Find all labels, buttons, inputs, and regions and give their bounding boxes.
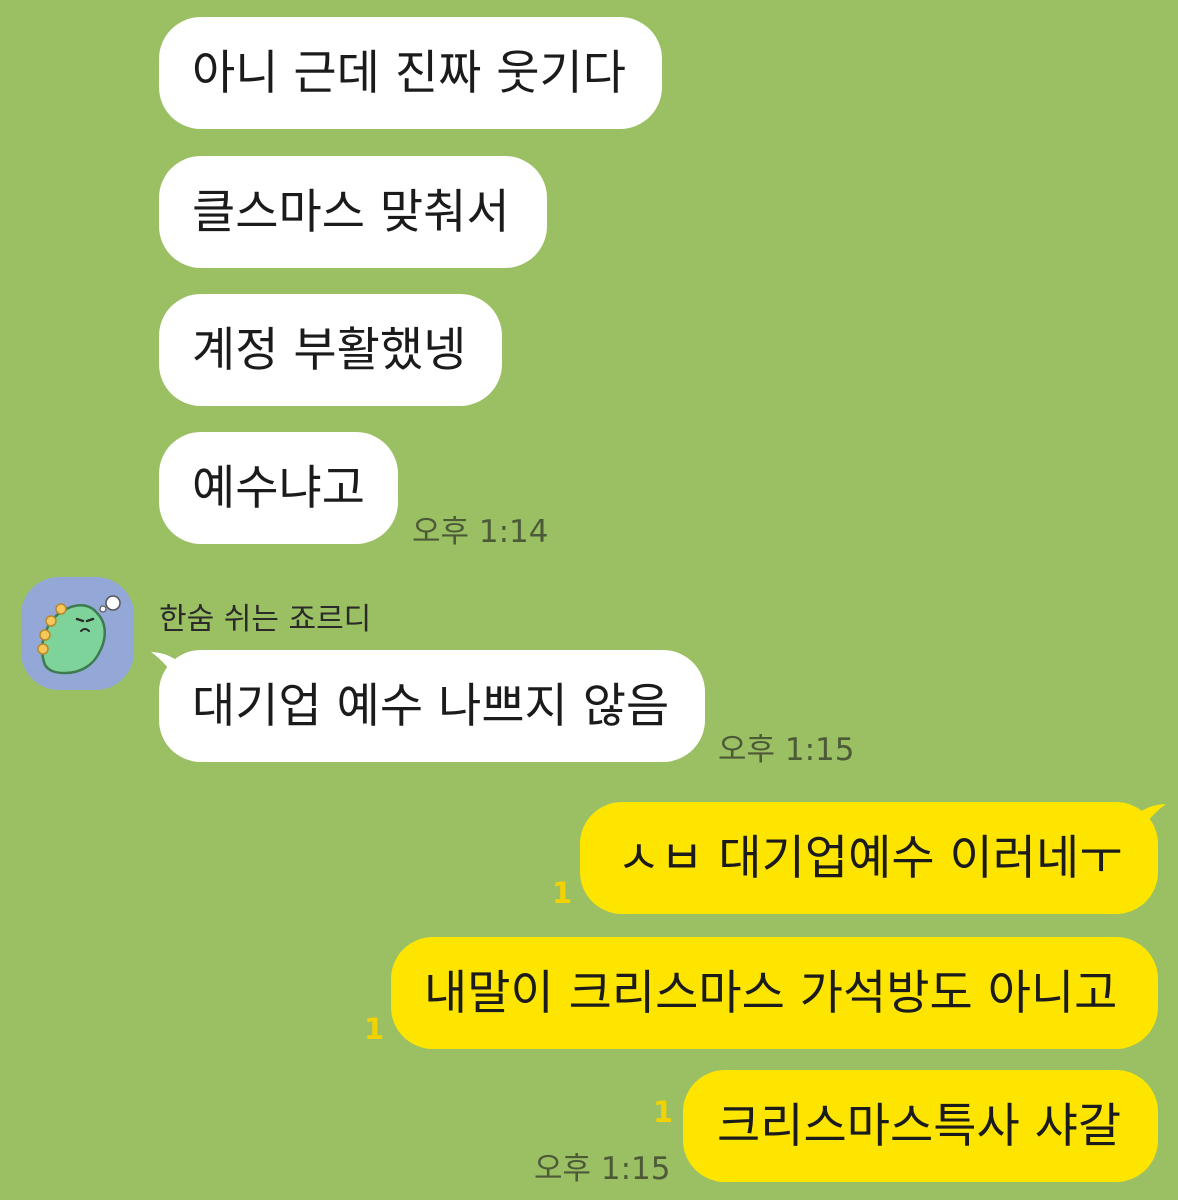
message-bubble[interactable]: 클스마스 맞춰서 <box>159 156 547 268</box>
message-bubble[interactable]: 대기업 예수 나쁘지 않음 <box>159 650 705 762</box>
message-timestamp: 오후 1:15 <box>718 732 855 768</box>
message-text: 아니 근데 진짜 웃기다 <box>192 45 626 101</box>
message-timestamp: 오후 1:14 <box>412 514 549 550</box>
message-bubble[interactable]: 내말이 크리스마스 가석방도 아니고 <box>391 937 1158 1049</box>
sender-name: 한숨 쉬는 죠르디 <box>159 602 372 637</box>
message-text: 내말이 크리스마스 가석방도 아니고 <box>424 965 1118 1021</box>
message-text: 예수냐고 <box>192 460 365 516</box>
message-text: 대기업 예수 나쁘지 않음 <box>192 678 670 734</box>
message-bubble[interactable]: ㅅㅂ 대기업예수 이러네ㅜ <box>580 802 1158 914</box>
message-timestamp: 오후 1:15 <box>534 1151 671 1187</box>
message-text: ㅅㅂ 대기업예수 이러네ㅜ <box>617 830 1123 886</box>
message-bubble[interactable]: 크리스마스특사 샤갈 <box>683 1070 1158 1182</box>
message-bubble[interactable]: 계정 부활했넹 <box>159 294 502 406</box>
message-text: 계정 부활했넹 <box>192 322 467 378</box>
message-bubble[interactable]: 예수냐고 <box>159 432 398 544</box>
jordy-dinosaur-icon <box>37 595 121 675</box>
unread-count: 1 <box>653 1095 674 1129</box>
message-text: 클스마스 맞춰서 <box>192 184 510 240</box>
message-bubble[interactable]: 아니 근데 진짜 웃기다 <box>159 17 662 129</box>
unread-count: 1 <box>364 1012 385 1046</box>
message-text: 크리스마스특사 샤갈 <box>717 1098 1122 1154</box>
unread-count: 1 <box>552 876 573 910</box>
avatar[interactable] <box>21 577 134 690</box>
